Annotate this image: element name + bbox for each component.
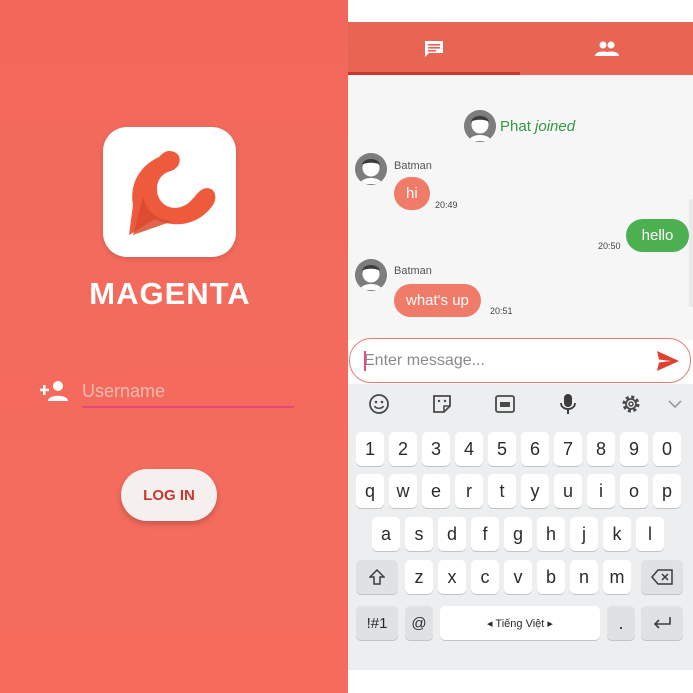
key-p[interactable]: p [653,474,681,508]
message-time: 20:51 [490,306,513,316]
message-input[interactable] [364,349,634,373]
microphone-icon[interactable] [553,390,583,418]
keyboard-toolbar [348,384,693,424]
key-q[interactable]: q [356,474,384,508]
emoji-icon[interactable] [364,390,394,418]
key-j[interactable]: j [570,517,598,551]
key-w[interactable]: w [389,474,417,508]
message-composer [349,338,691,383]
key-k[interactable]: k [603,517,631,551]
enter-key[interactable] [641,606,683,640]
key-y[interactable]: y [521,474,549,508]
chat-screen: Phat joined Batman hi 20:49 hello 20:50 … [348,22,693,670]
key-6[interactable]: 6 [521,432,549,466]
avatar [355,153,387,185]
key-m[interactable]: m [603,560,631,594]
key-5[interactable]: 5 [488,432,516,466]
key-n[interactable]: n [570,560,598,594]
key-i[interactable]: i [587,474,615,508]
key-4[interactable]: 4 [455,432,483,466]
shift-icon [369,569,385,585]
message-bubble[interactable]: hello [626,219,689,252]
message-sender: Batman [394,160,432,172]
username-input[interactable] [82,380,294,408]
people-icon [594,41,619,56]
avatar [464,110,496,142]
key-a[interactable]: a [372,517,400,551]
gif-icon[interactable] [490,390,520,418]
settings-icon[interactable] [616,390,646,418]
key-7[interactable]: 7 [554,432,582,466]
add-person-icon [40,380,68,402]
app-title: MAGENTA [89,276,251,311]
key-1[interactable]: 1 [356,432,384,466]
tab-bar [348,22,693,75]
key-d[interactable]: d [438,517,466,551]
sticker-icon[interactable] [427,390,457,418]
tab-chat[interactable] [348,22,520,75]
key-r[interactable]: r [455,474,483,508]
key-u[interactable]: u [554,474,582,508]
join-notice: Phat joined [464,110,575,142]
shift-key[interactable] [356,560,398,594]
key-s[interactable]: s [405,517,433,551]
key-3[interactable]: 3 [422,432,450,466]
space-key[interactable]: ◂ Tiếng Việt ▸ [440,606,600,640]
key-t[interactable]: t [488,474,516,508]
period-key[interactable]: . [607,606,635,640]
send-button[interactable] [656,350,680,372]
tab-users[interactable] [520,22,693,75]
key-x[interactable]: x [438,560,466,594]
enter-icon [653,617,671,629]
at-key[interactable]: @ [405,606,433,640]
message-bubble[interactable]: what's up [394,284,481,317]
key-e[interactable]: e [422,474,450,508]
message-bubble[interactable]: hi [394,177,430,210]
login-screen: MAGENTA LOG IN [0,0,348,693]
key-8[interactable]: 8 [587,432,615,466]
magenta-logo-icon [103,127,236,257]
key-z[interactable]: z [405,560,433,594]
chevron-down-icon[interactable] [660,390,690,418]
send-icon [657,351,679,371]
key-g[interactable]: g [504,517,532,551]
message-time: 20:50 [598,241,621,251]
text-caret [364,351,366,371]
chat-icon [425,40,443,57]
key-c[interactable]: c [471,560,499,594]
message-time: 20:49 [435,200,458,210]
key-l[interactable]: l [636,517,664,551]
key-f[interactable]: f [471,517,499,551]
joined-user: Phat [500,117,531,135]
symbols-key[interactable]: !#1 [356,606,398,640]
key-0[interactable]: 0 [653,432,681,466]
backspace-key[interactable] [641,560,683,594]
backspace-icon [651,569,673,585]
key-2[interactable]: 2 [389,432,417,466]
message-sender: Batman [394,265,432,277]
key-b[interactable]: b [537,560,565,594]
joined-action: joined [535,117,576,135]
on-screen-keyboard: 1 2 3 4 5 6 7 8 9 0 q w e r t y u i o p … [348,384,693,670]
scroll-indicator [689,199,693,307]
key-o[interactable]: o [620,474,648,508]
login-button[interactable]: LOG IN [121,469,217,521]
key-h[interactable]: h [537,517,565,551]
key-v[interactable]: v [504,560,532,594]
avatar [355,259,387,291]
key-9[interactable]: 9 [620,432,648,466]
